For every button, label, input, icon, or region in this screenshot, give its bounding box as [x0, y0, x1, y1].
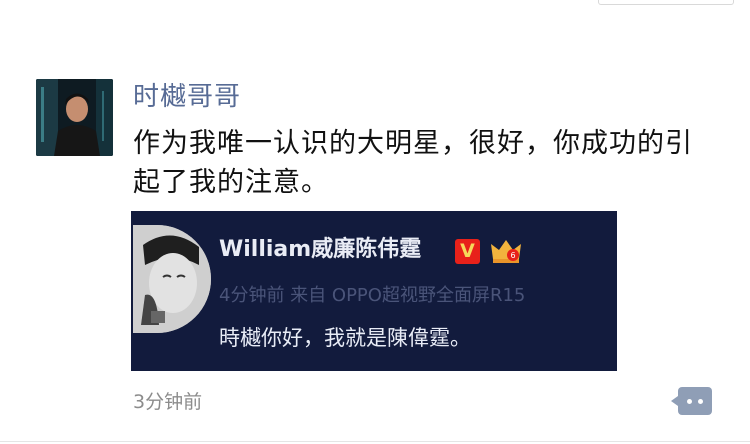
top-partial-box [598, 0, 734, 5]
post-username[interactable]: 时樾哥哥 [133, 80, 241, 114]
divider [0, 441, 750, 442]
comment-button[interactable] [671, 387, 712, 415]
post-text: 作为我唯一认识的大明星，很好，你成功的引起了我的注意。 [133, 128, 693, 198]
post-timestamp: 3分钟前 [133, 391, 203, 413]
card-author-name[interactable]: William威廉陈伟霆 [219, 235, 421, 265]
card-avatar-photo-icon [133, 225, 211, 333]
verified-badge: V [455, 239, 480, 264]
card-avatar [133, 225, 211, 333]
comment-icon-dot [698, 399, 703, 404]
shared-card[interactable]: William威廉陈伟霆 V 6 4分钟前 来自 OPPO超视野全面屏R15 時… [131, 211, 617, 371]
card-meta: 4分钟前 来自 OPPO超视野全面屏R15 [219, 285, 526, 306]
card-text: 時樾你好，我就是陳偉霆。 [219, 326, 471, 350]
crown-icon: 6 [491, 240, 521, 263]
user-avatar[interactable] [36, 79, 113, 156]
avatar-photo-icon [36, 79, 113, 156]
svg-text:6: 6 [510, 251, 515, 260]
comment-icon-dot [687, 399, 692, 404]
